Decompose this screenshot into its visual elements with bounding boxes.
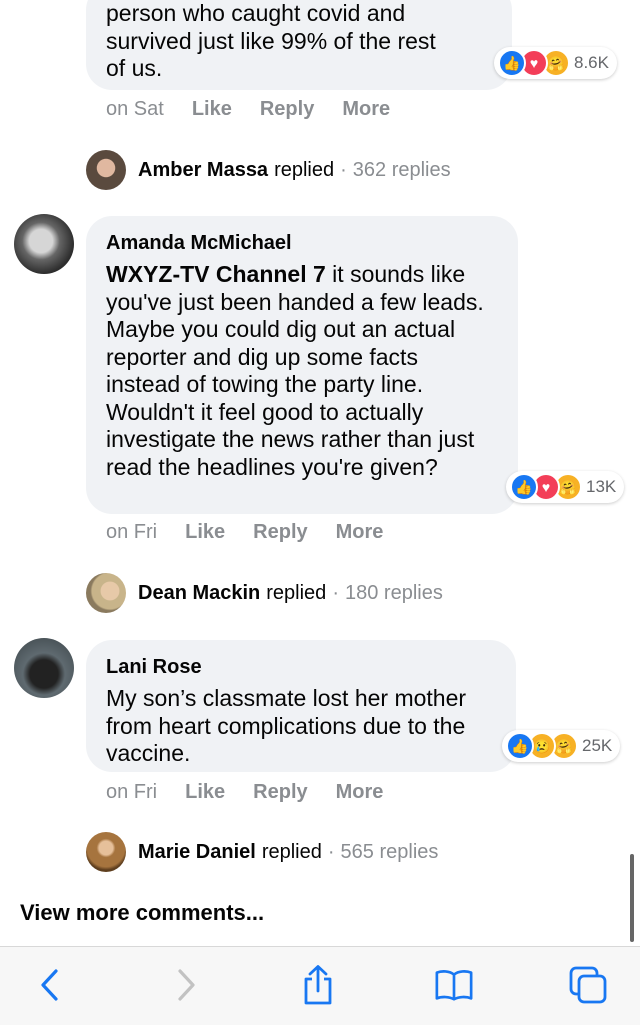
comment-text: WXYZ-TV Channel 7 it sounds like you've …	[106, 261, 498, 481]
like-button[interactable]: Like	[185, 781, 225, 804]
share-icon[interactable]	[298, 965, 338, 1005]
avatar	[86, 573, 126, 613]
comment-time[interactable]: on Fri	[106, 521, 157, 544]
more-button[interactable]: More	[342, 98, 390, 121]
reply-count: 362 replies	[352, 158, 451, 181]
reply-button[interactable]: Reply	[253, 521, 307, 544]
comment-time[interactable]: on Fri	[106, 781, 157, 804]
avatar	[86, 832, 126, 872]
comment-text: My son’s classmate lost her mother from …	[106, 685, 467, 766]
comment-bubble: person who caught covid and survived jus…	[86, 0, 512, 90]
like-reaction-icon: 👍	[510, 473, 538, 501]
bookmarks-icon[interactable]	[434, 965, 474, 1005]
comment-time[interactable]: on Sat	[106, 98, 164, 121]
scrollbar[interactable]	[630, 854, 634, 942]
back-icon[interactable]	[30, 965, 70, 1005]
reaction-summary[interactable]: 👍 😢 🤗 25K	[502, 730, 621, 762]
reply-author: Amber Massa	[138, 158, 269, 181]
replies-link[interactable]: Marie Daniel replied · 565 replies	[86, 832, 438, 872]
reply-verb: replied	[266, 581, 327, 604]
comment-text-line: survived just like 99% of the rest	[106, 27, 436, 54]
comment-author[interactable]: Amanda McMichael	[106, 232, 498, 255]
more-button[interactable]: More	[336, 781, 384, 804]
comment-text-line: person who caught covid and	[106, 0, 406, 26]
reply-author: Dean Mackin	[138, 581, 261, 604]
comment-text-body: it sounds like you've just been handed a…	[106, 261, 484, 480]
separator-dot: ·	[332, 581, 339, 604]
reaction-summary[interactable]: 👍 ♥ 🤗 8.6K	[494, 47, 617, 79]
reaction-count: 13K	[586, 477, 617, 496]
comment-actions: on Fri Like Reply More	[106, 521, 383, 544]
forward-icon[interactable]	[166, 965, 206, 1005]
reply-count: 565 replies	[340, 840, 439, 863]
avatar[interactable]	[14, 214, 74, 274]
page-mention[interactable]: WXYZ-TV Channel 7	[106, 261, 326, 287]
tabs-icon[interactable]	[568, 965, 608, 1005]
comment-actions: on Fri Like Reply More	[106, 781, 383, 804]
more-button[interactable]: More	[336, 521, 384, 544]
like-reaction-icon: 👍	[506, 732, 534, 760]
view-more-comments-link[interactable]: View more comments...	[20, 900, 264, 926]
reaction-count: 25K	[582, 736, 613, 755]
reply-verb: replied	[261, 840, 322, 863]
comment-text-line: of us.	[106, 55, 163, 81]
avatar[interactable]	[14, 638, 74, 698]
separator-dot: ·	[327, 840, 335, 863]
replies-link[interactable]: Dean Mackin replied · 180 replies	[86, 573, 443, 613]
like-button[interactable]: Like	[192, 98, 232, 121]
comment-bubble: Amanda McMichael WXYZ-TV Channel 7 it so…	[86, 216, 518, 514]
reaction-summary[interactable]: 👍 ♥ 🤗 13K	[506, 471, 625, 503]
avatar	[86, 150, 126, 190]
browser-toolbar	[0, 946, 640, 1025]
separator-dot: ·	[340, 158, 347, 181]
comment-author[interactable]: Lani Rose	[106, 656, 496, 679]
reply-verb: replied	[274, 158, 335, 181]
comment-bubble: Lani Rose My son’s classmate lost her mo…	[86, 640, 516, 772]
reply-author: Marie Daniel	[138, 840, 256, 863]
like-button[interactable]: Like	[185, 521, 225, 544]
reaction-count: 8.6K	[574, 53, 609, 72]
replies-link[interactable]: Amber Massa replied · 362 replies	[86, 150, 451, 190]
like-reaction-icon: 👍	[498, 49, 526, 77]
comment-actions: on Sat Like Reply More	[106, 98, 390, 121]
reply-count: 180 replies	[344, 581, 443, 604]
comment-text: person who caught covid and survived jus…	[106, 0, 492, 83]
reply-button[interactable]: Reply	[253, 781, 307, 804]
reply-button[interactable]: Reply	[260, 98, 314, 121]
